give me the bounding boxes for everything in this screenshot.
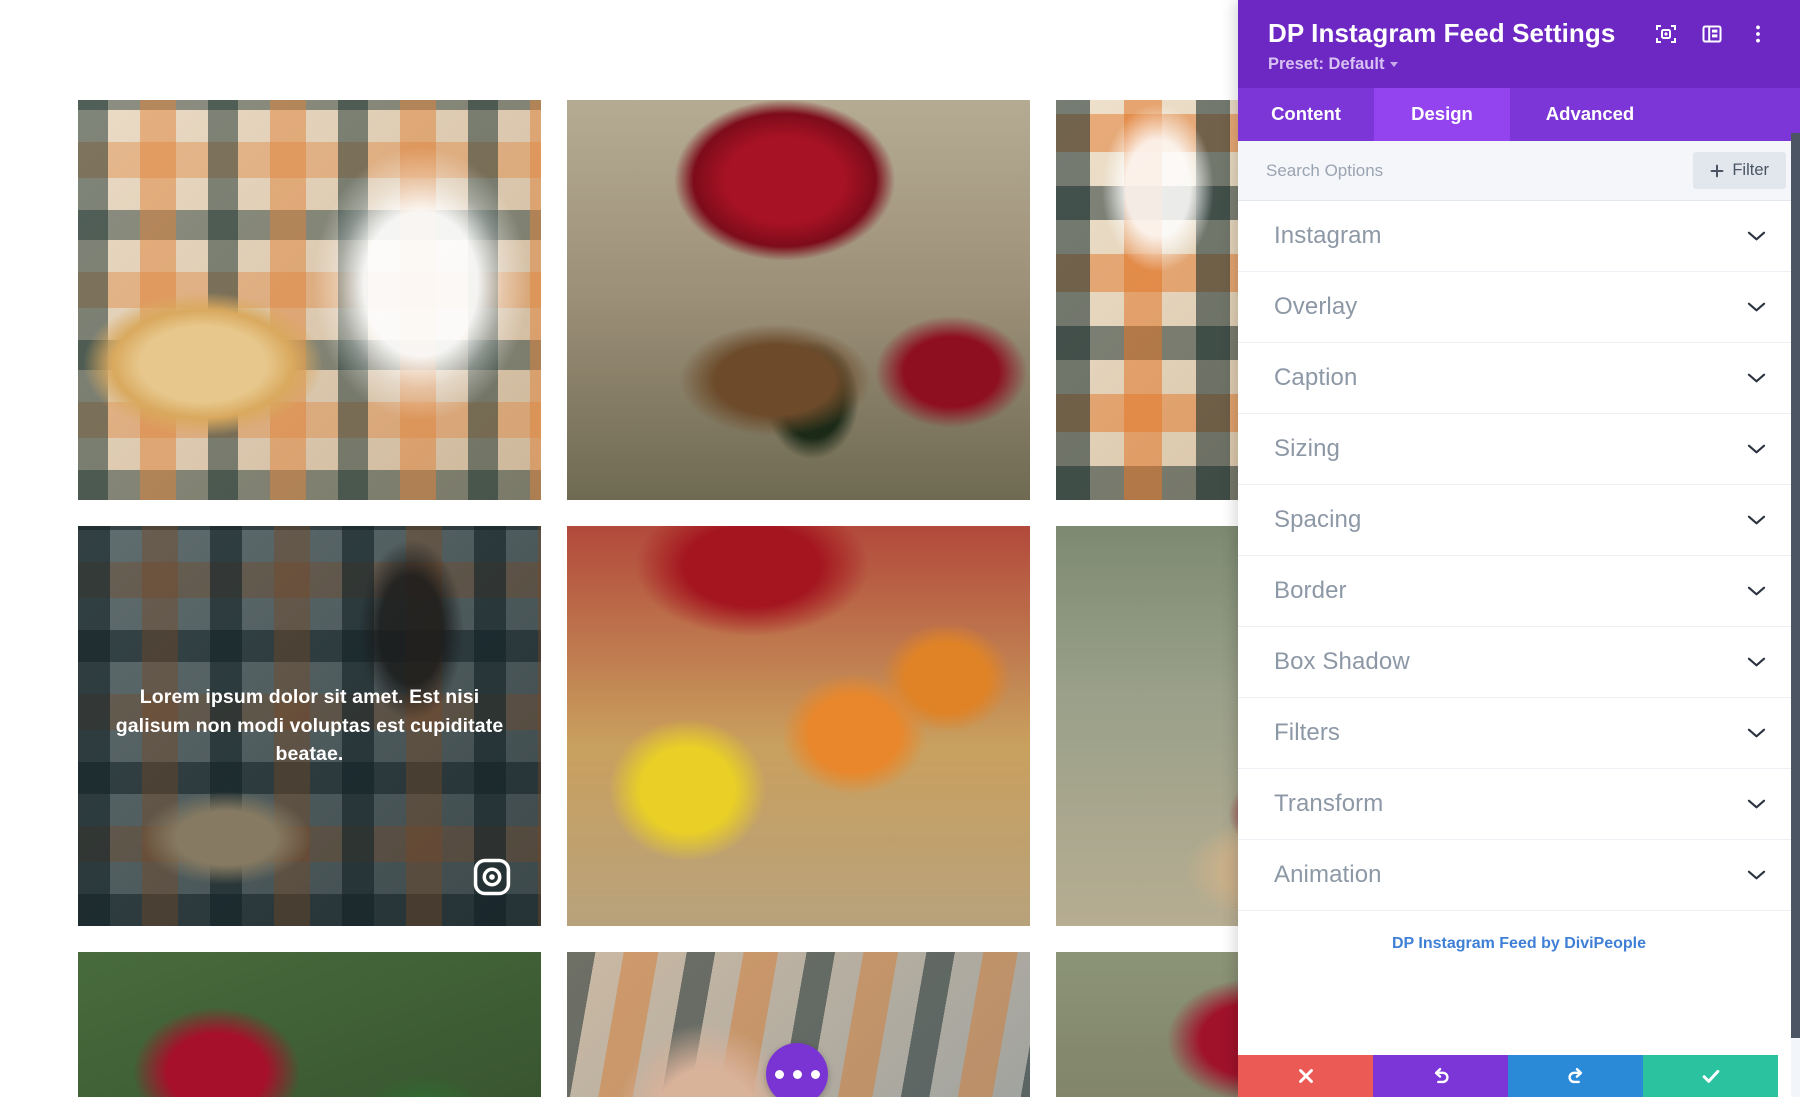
option-row-sizing[interactable]: Sizing bbox=[1238, 414, 1800, 485]
option-label: Overlay bbox=[1274, 293, 1358, 320]
tab-design[interactable]: Design bbox=[1374, 88, 1510, 141]
chevron-down-icon bbox=[1747, 657, 1766, 667]
module-credit-label: DP Instagram Feed by DiviPeople bbox=[1391, 935, 1646, 952]
option-row-overlay[interactable]: Overlay bbox=[1238, 272, 1800, 343]
tab-content[interactable]: Content bbox=[1238, 88, 1374, 141]
chevron-down-icon bbox=[1747, 586, 1766, 596]
check-icon bbox=[1702, 1069, 1719, 1083]
redo-button[interactable] bbox=[1508, 1055, 1643, 1097]
option-row-animation[interactable]: Animation bbox=[1238, 840, 1800, 911]
option-label: Transform bbox=[1274, 790, 1384, 817]
settings-tabs: Content Design Advanced bbox=[1238, 88, 1800, 141]
feed-item-image bbox=[1056, 526, 1238, 926]
page-title: DP Instagram Feed Settings bbox=[1268, 18, 1616, 48]
scrollbar-thumb[interactable] bbox=[1791, 133, 1800, 1038]
plus-icon bbox=[1710, 164, 1724, 177]
feed-item-image bbox=[78, 100, 541, 500]
panel-layout-icon[interactable] bbox=[1700, 22, 1724, 46]
option-label: Sizing bbox=[1274, 435, 1340, 462]
chevron-down-icon bbox=[1747, 799, 1766, 809]
chevron-down-icon bbox=[1390, 62, 1399, 67]
modal-action-bar bbox=[1238, 1055, 1778, 1097]
option-label: Border bbox=[1274, 577, 1347, 604]
option-label: Caption bbox=[1274, 364, 1358, 391]
feed-item[interactable] bbox=[567, 526, 1030, 926]
option-row-caption[interactable]: Caption bbox=[1238, 343, 1800, 414]
feed-item[interactable] bbox=[1056, 952, 1238, 1097]
modal-header: DP Instagram Feed Settings Preset: Defau… bbox=[1238, 0, 1800, 88]
preset-label: Preset: Default bbox=[1268, 55, 1385, 73]
page-preview-canvas: Lorem ipsum dolor sit amet. Est nisi gal… bbox=[0, 0, 1238, 1097]
chevron-down-icon bbox=[1747, 302, 1766, 312]
option-row-instagram[interactable]: Instagram bbox=[1238, 201, 1800, 272]
feed-item-image bbox=[567, 526, 1030, 926]
option-label: Spacing bbox=[1274, 506, 1362, 533]
discard-button[interactable] bbox=[1238, 1055, 1373, 1097]
feed-item[interactable]: Lorem ipsum dolor sit amet. Est nisi gal… bbox=[78, 526, 541, 926]
ellipsis-dot bbox=[810, 1069, 820, 1079]
chevron-down-icon bbox=[1747, 870, 1766, 880]
close-icon bbox=[1298, 1069, 1313, 1083]
option-label: Instagram bbox=[1274, 222, 1382, 249]
feed-item[interactable] bbox=[1056, 100, 1238, 500]
instagram-feed-grid: Lorem ipsum dolor sit amet. Est nisi gal… bbox=[78, 100, 1238, 1097]
filter-button[interactable]: Filter bbox=[1693, 152, 1786, 189]
undo-icon bbox=[1434, 1067, 1449, 1084]
save-button[interactable] bbox=[1643, 1055, 1778, 1097]
settings-options-list: Instagram Overlay Caption Sizing Spacing Bord… bbox=[1238, 201, 1800, 1097]
ellipsis-dot bbox=[774, 1069, 784, 1079]
page-settings-fab[interactable] bbox=[766, 1043, 828, 1097]
instagram-icon bbox=[473, 858, 511, 896]
feed-item-image bbox=[78, 952, 541, 1097]
option-label: Filters bbox=[1274, 719, 1341, 746]
feed-item[interactable] bbox=[78, 100, 541, 500]
vertical-dots-icon[interactable] bbox=[1746, 22, 1770, 46]
redo-icon bbox=[1567, 1067, 1582, 1084]
filter-label: Filter bbox=[1732, 161, 1769, 179]
preset-selector[interactable]: Preset: Default bbox=[1268, 55, 1774, 74]
undo-button[interactable] bbox=[1373, 1055, 1508, 1097]
chevron-down-icon bbox=[1747, 444, 1766, 454]
module-credit-note: DP Instagram Feed by DiviPeople bbox=[1238, 911, 1800, 955]
option-row-spacing[interactable]: Spacing bbox=[1238, 485, 1800, 556]
ellipsis-dot bbox=[792, 1069, 802, 1079]
option-row-filters[interactable]: Filters bbox=[1238, 698, 1800, 769]
module-settings-modal: DP Instagram Feed Settings Preset: Defau… bbox=[1238, 0, 1800, 1097]
option-row-box-shadow[interactable]: Box Shadow bbox=[1238, 627, 1800, 698]
feed-item-image bbox=[1056, 952, 1238, 1097]
option-row-transform[interactable]: Transform bbox=[1238, 769, 1800, 840]
chevron-down-icon bbox=[1747, 231, 1766, 241]
feed-item-caption: Lorem ipsum dolor sit amet. Est nisi gal… bbox=[115, 685, 504, 766]
search-bar: Filter bbox=[1238, 141, 1800, 201]
feed-item[interactable] bbox=[78, 952, 541, 1097]
app-root: Lorem ipsum dolor sit amet. Est nisi gal… bbox=[0, 0, 1800, 1097]
option-label: Animation bbox=[1274, 861, 1382, 888]
chevron-down-icon bbox=[1747, 515, 1766, 525]
modal-title-row: DP Instagram Feed Settings bbox=[1268, 18, 1774, 49]
tab-advanced[interactable]: Advanced bbox=[1510, 88, 1670, 141]
focus-target-icon[interactable] bbox=[1654, 22, 1678, 46]
option-label: Box Shadow bbox=[1274, 648, 1410, 675]
chevron-down-icon bbox=[1747, 728, 1766, 738]
feed-item-image bbox=[1056, 100, 1238, 500]
search-input[interactable] bbox=[1266, 160, 1694, 181]
chevron-down-icon bbox=[1747, 373, 1766, 383]
feed-item-image bbox=[567, 100, 1030, 500]
feed-item[interactable] bbox=[1056, 526, 1238, 926]
feed-item[interactable] bbox=[567, 100, 1030, 500]
modal-header-actions bbox=[1654, 22, 1774, 46]
option-row-border[interactable]: Border bbox=[1238, 556, 1800, 627]
